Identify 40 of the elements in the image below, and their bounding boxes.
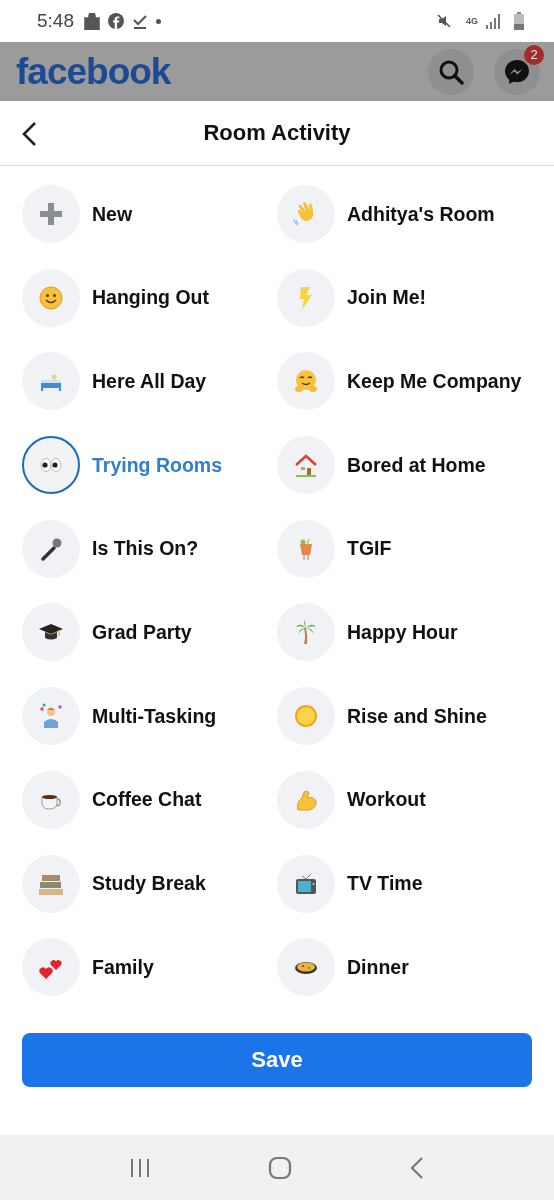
download-done-icon: [132, 13, 148, 29]
activity-option[interactable]: Rise and Shine: [277, 687, 487, 746]
messenger-icon: [503, 57, 531, 86]
activity-option[interactable]: Grad Party: [22, 603, 192, 662]
activity-option[interactable]: Study Break: [22, 854, 206, 913]
activity-option[interactable]: Adhitya's Room: [277, 185, 495, 243]
activity-option[interactable]: Here All Day: [22, 352, 207, 411]
recent-apps-icon: [128, 1156, 151, 1179]
dot-icon: [156, 18, 161, 24]
save-button[interactable]: Save: [22, 1033, 532, 1087]
activity-option[interactable]: TV Time: [277, 854, 423, 913]
facebook-icon: [108, 13, 124, 29]
page-title: Room Activity: [203, 120, 351, 146]
clock-time: 5:48: [37, 10, 74, 32]
back-icon: [409, 1155, 426, 1180]
plus-icon: [37, 200, 65, 228]
activity-option[interactable]: Bored at Home: [277, 436, 486, 495]
home-icon: [268, 1155, 292, 1180]
activity-option[interactable]: Happy Hour: [277, 603, 458, 662]
activity-option[interactable]: Dinner: [277, 938, 409, 997]
smiley-icon: [37, 283, 65, 312]
activity-option[interactable]: Join Me!: [277, 268, 427, 327]
activity-option[interactable]: Workout: [277, 770, 426, 829]
search-icon: [438, 58, 464, 85]
shopping-bag-icon: [84, 12, 100, 30]
activity-option[interactable]: Hanging Out: [22, 268, 209, 327]
juggling-person-icon: [37, 702, 65, 731]
activity-option[interactable]: Keep Me Company: [277, 352, 522, 411]
activity-option[interactable]: Coffee Chat: [22, 770, 202, 829]
search-button[interactable]: [428, 48, 474, 95]
activity-option[interactable]: Multi-Tasking: [22, 687, 217, 746]
activity-option[interactable]: Is This On?: [22, 519, 199, 578]
signal-icon: [484, 13, 500, 29]
activity-option[interactable]: Trying Rooms: [22, 436, 223, 495]
mute-icon: [436, 13, 452, 29]
facebook-logo: facebook: [16, 50, 171, 93]
battery-icon: [514, 12, 524, 30]
network-type: 4G: [466, 16, 478, 26]
notification-badge: 2: [524, 44, 544, 65]
activity-option[interactable]: Family: [22, 938, 154, 997]
